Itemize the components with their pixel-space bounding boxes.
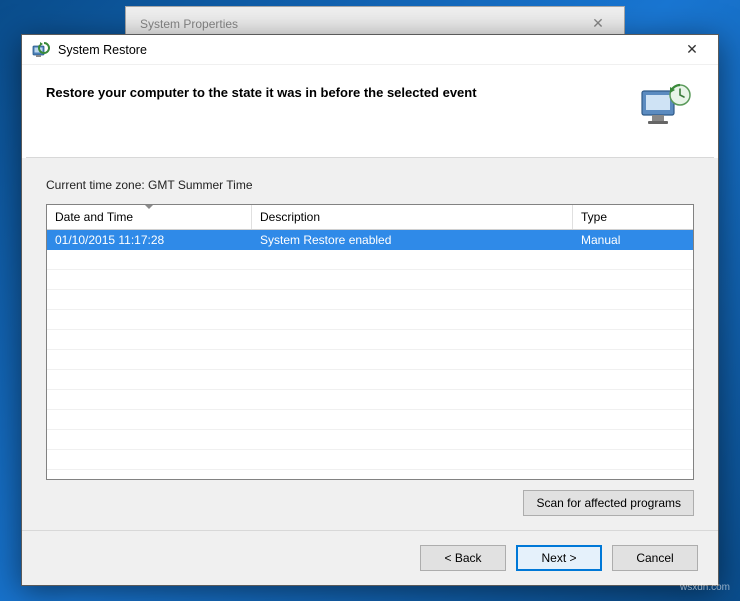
system-restore-wizard: System Restore ✕ Restore your computer t… — [21, 34, 719, 586]
cell-date-time: 01/10/2015 11:17:28 — [47, 233, 252, 247]
background-close-button[interactable]: ✕ — [576, 11, 620, 35]
column-header-type[interactable]: Type — [573, 205, 693, 229]
timezone-label: Current time zone: GMT Summer Time — [46, 178, 694, 192]
restore-header-icon — [638, 81, 694, 129]
wizard-body: Current time zone: GMT Summer Time Date … — [22, 158, 718, 530]
table-actions: Scan for affected programs — [46, 480, 694, 516]
close-icon: ✕ — [686, 41, 698, 58]
cell-type: Manual — [573, 233, 693, 247]
back-button[interactable]: < Back — [420, 545, 506, 571]
titlebar: System Restore ✕ — [22, 35, 718, 65]
table-body: 01/10/2015 11:17:28 System Restore enabl… — [47, 230, 693, 479]
next-button[interactable]: Next > — [516, 545, 602, 571]
scan-affected-programs-button[interactable]: Scan for affected programs — [523, 490, 694, 516]
table-header: Date and Time Description Type — [47, 205, 693, 230]
column-header-description[interactable]: Description — [252, 205, 573, 229]
column-header-date-time[interactable]: Date and Time — [47, 205, 252, 229]
window-title: System Restore — [58, 43, 672, 57]
wizard-heading: Restore your computer to the state it wa… — [46, 81, 622, 100]
cancel-button[interactable]: Cancel — [612, 545, 698, 571]
system-restore-icon — [32, 41, 50, 59]
watermark: wsxdn.com — [680, 582, 730, 593]
table-row[interactable]: 01/10/2015 11:17:28 System Restore enabl… — [47, 230, 693, 250]
restore-points-table: Date and Time Description Type 01/10/201… — [46, 204, 694, 480]
cell-description: System Restore enabled — [252, 233, 573, 247]
close-button[interactable]: ✕ — [672, 37, 712, 63]
wizard-footer: < Back Next > Cancel — [22, 530, 718, 585]
wizard-header: Restore your computer to the state it wa… — [22, 65, 718, 157]
background-window-title: System Properties — [140, 17, 238, 31]
